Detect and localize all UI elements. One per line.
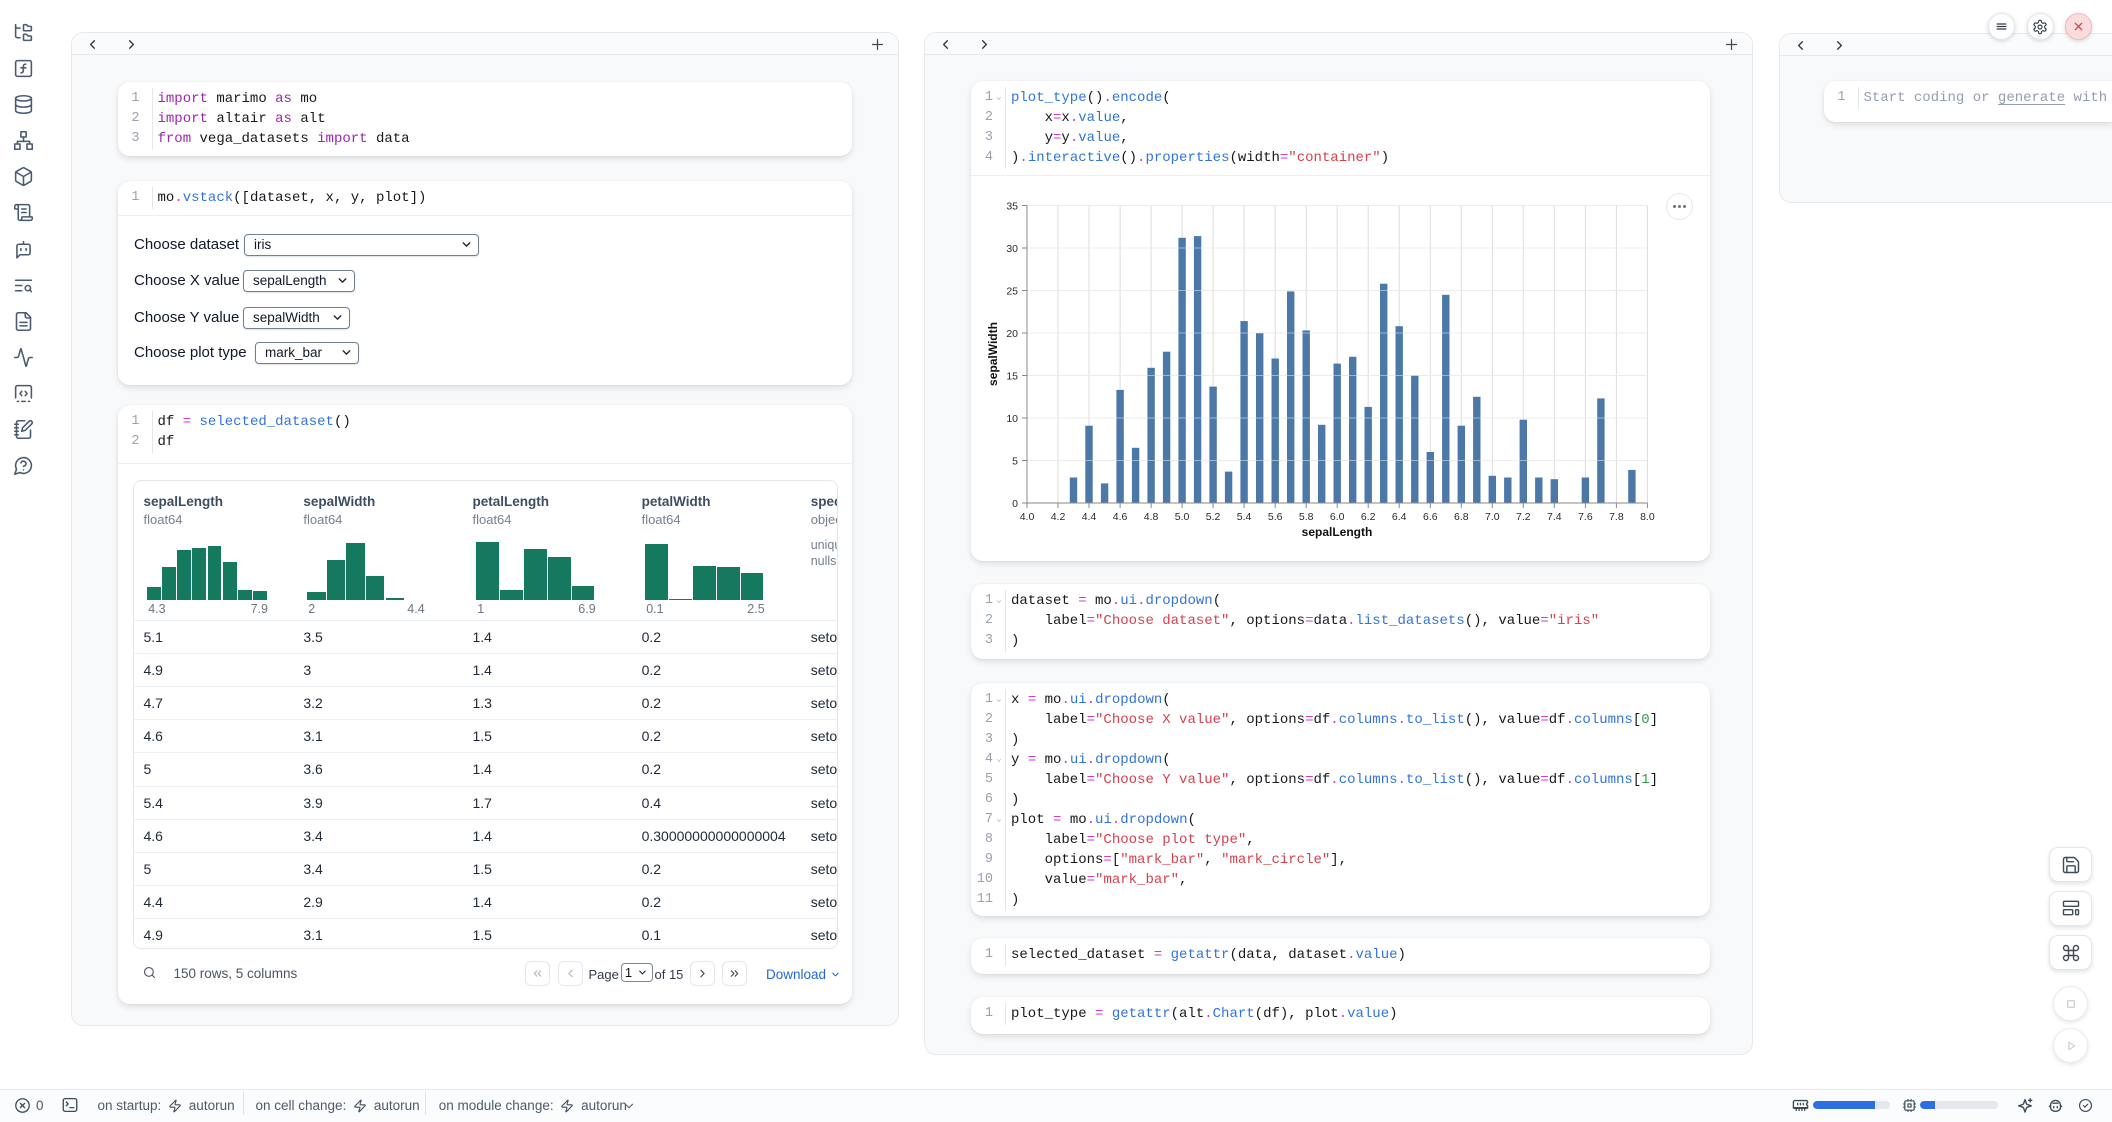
svg-text:6.2: 6.2: [1361, 511, 1376, 523]
svg-text:20: 20: [1006, 328, 1018, 340]
svg-text:4.8: 4.8: [1144, 511, 1159, 523]
svg-text:4.6: 4.6: [1113, 511, 1128, 523]
svg-text:5.8: 5.8: [1299, 511, 1314, 523]
svg-text:4.0: 4.0: [1020, 511, 1035, 523]
svg-text:6.6: 6.6: [1423, 511, 1438, 523]
svg-text:5.6: 5.6: [1268, 511, 1283, 523]
svg-text:7.8: 7.8: [1609, 511, 1624, 523]
svg-text:6.0: 6.0: [1330, 511, 1345, 523]
svg-text:15: 15: [1006, 371, 1018, 383]
svg-text:35: 35: [1006, 201, 1018, 213]
svg-text:0: 0: [1012, 498, 1018, 510]
svg-text:4.4: 4.4: [1082, 511, 1097, 523]
svg-text:5.4: 5.4: [1237, 511, 1252, 523]
svg-text:25: 25: [1006, 286, 1018, 298]
svg-text:sepalLength: sepalLength: [1302, 525, 1373, 539]
svg-text:5.0: 5.0: [1175, 511, 1190, 523]
svg-text:6.4: 6.4: [1392, 511, 1407, 523]
svg-text:10: 10: [1006, 413, 1018, 425]
svg-text:5.2: 5.2: [1206, 511, 1221, 523]
svg-text:6.8: 6.8: [1454, 511, 1469, 523]
svg-text:5: 5: [1012, 456, 1018, 468]
svg-text:4.2: 4.2: [1051, 511, 1066, 523]
svg-text:7.2: 7.2: [1516, 511, 1531, 523]
svg-text:sepalWidth: sepalWidth: [986, 322, 1000, 386]
svg-text:7.4: 7.4: [1547, 511, 1562, 523]
svg-text:7.0: 7.0: [1485, 511, 1500, 523]
svg-text:7.6: 7.6: [1578, 511, 1593, 523]
svg-text:8.0: 8.0: [1640, 511, 1655, 523]
svg-text:30: 30: [1006, 243, 1018, 255]
